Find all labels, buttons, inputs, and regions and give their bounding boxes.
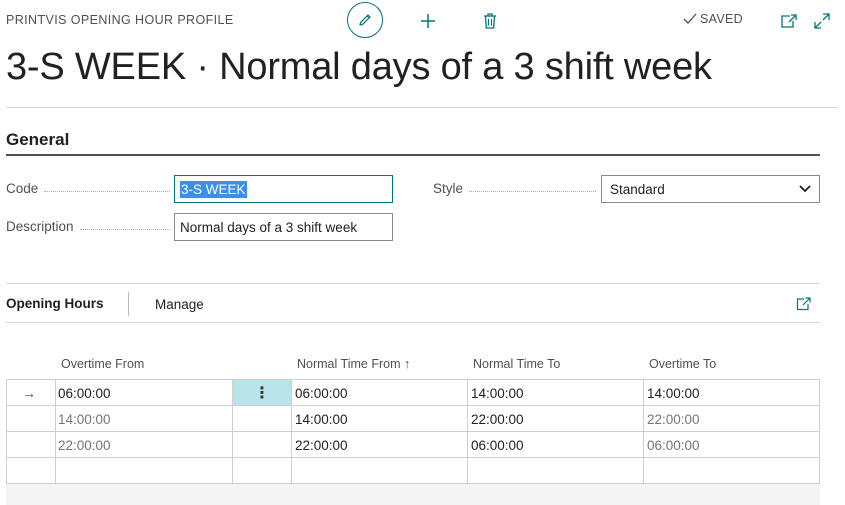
cell-overtime-from[interactable]: 06:00:00 — [58, 380, 111, 406]
code-label-text: Code — [6, 181, 39, 196]
trash-icon — [484, 13, 496, 29]
title-divider — [6, 107, 838, 108]
grid-line — [467, 379, 468, 484]
plus-icon — [421, 14, 435, 28]
cell-normal-time-to[interactable]: 06:00:00 — [471, 432, 524, 458]
column-header-normal-time-to[interactable]: Normal Time To — [473, 357, 560, 371]
style-select[interactable]: Standard — [601, 175, 820, 203]
checkmark-icon — [683, 13, 697, 24]
expand-button[interactable] — [812, 11, 832, 31]
cell-overtime-from[interactable]: 14:00:00 — [58, 406, 111, 432]
save-status: SAVED — [683, 12, 743, 26]
description-field[interactable]: Normal days of a 3 shift week — [174, 213, 393, 241]
code-label: Code — [6, 181, 170, 196]
tab-opening-hours[interactable]: Opening Hours — [6, 296, 104, 311]
page-kind-caption: PRINTVIS OPENING HOUR PROFILE — [6, 13, 234, 27]
tab-manage[interactable]: Manage — [155, 297, 204, 312]
popout-icon — [796, 297, 811, 311]
tab-separator — [128, 292, 129, 316]
open-new-window-button[interactable] — [779, 11, 799, 31]
edit-button[interactable] — [347, 2, 383, 38]
cell-overtime-to[interactable]: 22:00:00 — [647, 406, 700, 432]
cell-overtime-to[interactable]: 14:00:00 — [647, 380, 700, 406]
code-field-value: 3-S WEEK — [180, 180, 247, 198]
page-title: 3-S WEEK · Normal days of a 3 shift week — [6, 46, 712, 88]
cell-normal-time-to[interactable]: 14:00:00 — [471, 380, 524, 406]
new-row-cell[interactable] — [56, 458, 232, 483]
grid-footer — [6, 484, 820, 505]
popout-icon — [781, 14, 797, 28]
style-select-value: Standard — [610, 181, 665, 197]
description-label-text: Description — [6, 219, 74, 234]
column-header-overtime-to[interactable]: Overtime To — [649, 357, 716, 371]
cell-overtime-to[interactable]: 06:00:00 — [647, 432, 700, 458]
cell-normal-time-from[interactable]: 14:00:00 — [295, 406, 348, 432]
part-top-divider — [6, 283, 820, 284]
current-row-indicator: → — [22, 385, 36, 401]
code-leader-dots — [44, 191, 170, 192]
part-bottom-divider — [6, 322, 820, 323]
general-section-title[interactable]: General — [6, 130, 69, 150]
general-section-divider — [6, 154, 820, 156]
description-leader-dots — [79, 229, 170, 230]
cell-normal-time-to[interactable]: 22:00:00 — [471, 406, 524, 432]
grid-line — [819, 379, 820, 484]
part-popout-button[interactable] — [794, 294, 814, 314]
delete-button[interactable] — [478, 10, 502, 32]
style-label: Style — [433, 181, 596, 196]
chevron-down-icon — [799, 185, 811, 193]
row-menu-button[interactable]: ⋮ — [233, 380, 291, 405]
cell-normal-time-from[interactable]: 22:00:00 — [295, 432, 348, 458]
pencil-icon — [359, 14, 371, 26]
cell-overtime-from[interactable]: 22:00:00 — [58, 432, 111, 458]
description-field-value: Normal days of a 3 shift week — [180, 219, 358, 235]
add-button[interactable] — [416, 10, 440, 32]
column-header-overtime-from[interactable]: Overtime From — [61, 357, 144, 371]
code-field[interactable]: 3-S WEEK — [174, 175, 393, 203]
grid-line — [6, 379, 7, 484]
grid-line — [291, 379, 292, 484]
description-label: Description — [6, 219, 170, 234]
save-status-label: SAVED — [700, 12, 743, 26]
style-leader-dots — [469, 191, 596, 192]
style-label-text: Style — [433, 181, 464, 196]
expand-icon — [814, 13, 830, 29]
cell-normal-time-from[interactable]: 06:00:00 — [295, 380, 348, 406]
column-header-normal-time-from[interactable]: Normal Time From ↑ — [297, 357, 410, 371]
grid-line — [643, 379, 644, 484]
